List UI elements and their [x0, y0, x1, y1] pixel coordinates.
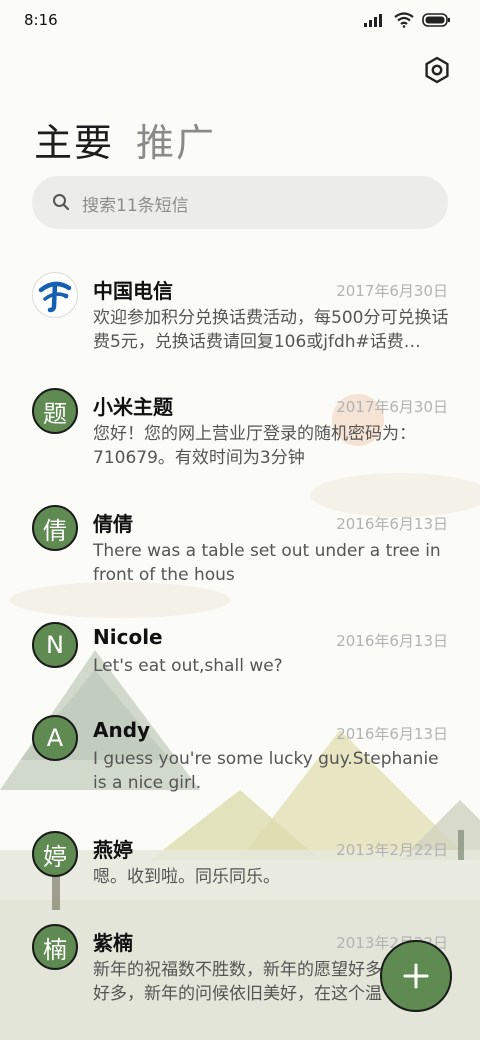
- message-date: 2017年6月30日: [336, 398, 448, 416]
- battery-icon: [422, 13, 450, 27]
- message-date: 2016年6月13日: [336, 725, 448, 743]
- search-placeholder: 搜索11条短信: [82, 196, 189, 216]
- avatar: N: [32, 622, 78, 668]
- contact-name: 紫楠: [93, 931, 133, 955]
- contact-name: 燕婷: [93, 838, 133, 862]
- wifi-icon: [394, 12, 414, 28]
- search-bar[interactable]: 搜索11条短信: [32, 176, 448, 229]
- status-time: 8:16: [24, 11, 58, 29]
- avatar: A: [32, 715, 78, 761]
- avatar: 倩: [32, 505, 78, 551]
- avatar: [32, 272, 78, 318]
- plus-icon: [403, 963, 429, 989]
- contact-name: Nicole: [93, 625, 163, 649]
- status-icons: [364, 12, 450, 28]
- avatar: 婷: [32, 831, 78, 877]
- new-message-button[interactable]: [380, 940, 452, 1012]
- message-snippet: 嗯。收到啦。同乐同乐。: [93, 867, 280, 887]
- tab-bar: 主要 推广: [34, 112, 216, 167]
- message-snippet: I guess you're some lucky guy.Stephanie …: [93, 749, 439, 793]
- settings-button[interactable]: [422, 55, 452, 85]
- signal-icon: [364, 14, 382, 27]
- status-bar: 8:16: [0, 0, 480, 42]
- tab-primary[interactable]: 主要: [34, 112, 114, 167]
- message-snippet: 欢迎参加积分兑换话费活动，每500分可兑换话费5元，兑换话费请回复106或jfd…: [93, 308, 449, 352]
- message-date: 2013年2月22日: [336, 841, 448, 859]
- contact-name: 中国电信: [93, 279, 173, 303]
- china-telecom-logo-icon: [38, 281, 72, 313]
- contact-name: 倩倩: [93, 512, 133, 536]
- search-icon: [53, 194, 70, 211]
- message-date: 2016年6月13日: [336, 632, 448, 650]
- settings-hexagon-icon: [425, 56, 449, 84]
- contact-name: Andy: [93, 718, 151, 742]
- tab-promotions[interactable]: 推广: [136, 112, 216, 167]
- message-snippet: 新年的祝福数不胜数，新年的愿望好多好多，新年的问候依旧美好，在这个温馨的时刻: [93, 960, 382, 1004]
- message-snippet: 您好！您的网上营业厅登录的随机密码为：710679。有效时间为3分钟: [93, 424, 416, 468]
- message-snippet: Let's eat out,shall we?: [93, 656, 283, 676]
- message-snippet: There was a table set out under a tree i…: [93, 541, 441, 585]
- contact-name: 小米主题: [93, 395, 173, 419]
- avatar: 题: [32, 388, 78, 434]
- message-date: 2016年6月13日: [336, 515, 448, 533]
- avatar: 楠: [32, 924, 78, 970]
- message-date: 2017年6月30日: [336, 282, 448, 300]
